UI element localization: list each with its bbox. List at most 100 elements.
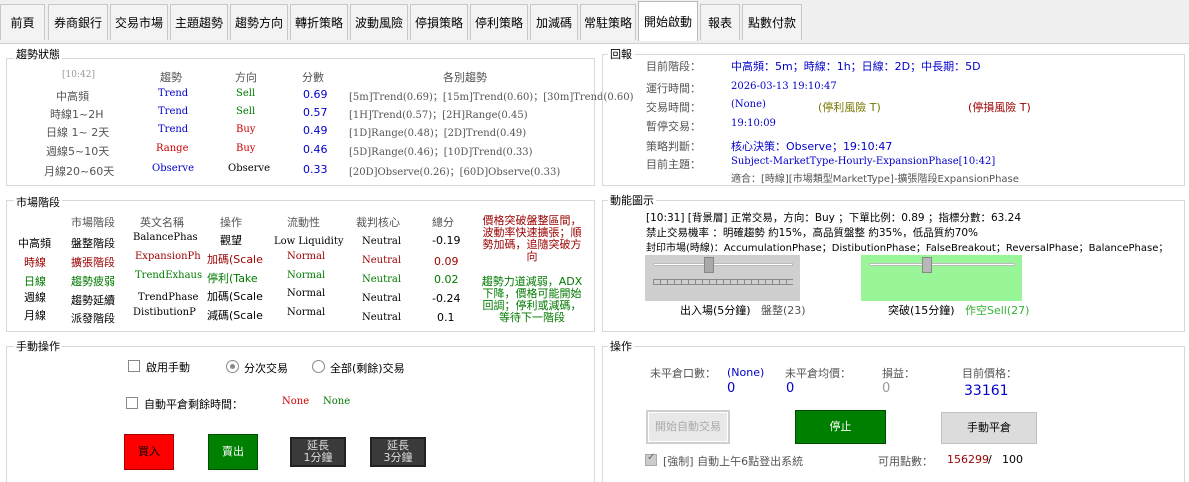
market-row-operation: 觀望 (220, 234, 242, 247)
sell-button[interactable]: 賣出 (208, 434, 258, 470)
avg-price-label: 未平倉均價： (785, 367, 851, 380)
market-row-score: 0.1 (437, 311, 455, 324)
tab-market[interactable]: 交易市場 (110, 4, 168, 40)
report-theme-sub: 適合：[時線][市場類型MarketType]-擴張階段ExpansionPha… (731, 174, 1019, 185)
market-note-exhaustion: 趨勢力道減弱，ADX下降，價格可能開始回調；停利或減碼，等待下一階段 (481, 275, 583, 324)
pnl-label: 損益： (882, 367, 915, 380)
tab-broker[interactable]: 券商銀行 (48, 4, 108, 40)
open-lots-label: 未平倉口數： (650, 367, 716, 380)
auto-close-label: 自動平倉剩餘時間： (144, 398, 243, 411)
force-logout-label: [強制] 自動上午6點登出系統 (663, 455, 804, 468)
slider-breakout-thumb[interactable] (922, 257, 933, 273)
tab-trend-direction[interactable]: 趨勢方向 (230, 4, 288, 40)
market-row-liquidity: Normal (287, 270, 326, 281)
enable-manual-label: 啟用手動 (146, 361, 190, 374)
trend-row-detail: [5m]Trend(0.69)；[15m]Trend(0.60)；[30m]Tr… (349, 92, 634, 103)
trend-row-score: 0.57 (303, 106, 328, 119)
tab-bar: 前頁 券商銀行 交易市場 主題趨勢 趨勢方向 轉折策略 波動風險 停損策略 停利… (0, 0, 1189, 44)
market-row-score: 0.02 (434, 273, 459, 286)
split-trade-label: 分次交易 (244, 362, 288, 375)
trend-header-trend: 趨勢 (160, 71, 182, 84)
tab-take-profit[interactable]: 停利策略 (470, 4, 528, 40)
trend-row-detail: [20D]Observe(0.26)；[60D]Observe(0.33) (349, 167, 561, 178)
market-row-score: -0.24 (432, 292, 461, 305)
tab-reversal[interactable]: 轉折策略 (290, 4, 348, 40)
report-strategy: 核心決策：Observe；19:10:47 (731, 140, 893, 153)
stop-button[interactable]: 停止 (795, 410, 886, 444)
buy-button[interactable]: 買入 (124, 434, 174, 470)
slider-breakout-sub: 作空Sell(27) (965, 304, 1030, 317)
market-row-label: 月線 (24, 309, 46, 322)
market-phase-title: 市場階段 (14, 194, 62, 210)
tab-home[interactable]: 前頁 (0, 4, 45, 40)
tab-scaling[interactable]: 加減碼 (530, 4, 578, 40)
market-row-liquidity: Low Liquidity (274, 236, 344, 247)
trend-row-direction: Sell (236, 106, 256, 117)
market-header-core: 裁判核心 (356, 216, 400, 229)
market-row-phase: 派發階段 (71, 312, 115, 325)
slider-entry-exit-thumb[interactable] (704, 257, 714, 273)
slider-breakout-label: 突破(15分鐘) (888, 304, 955, 317)
trend-status-title: 趨勢狀態 (14, 46, 62, 62)
market-row-english: BalancePhas (133, 232, 198, 243)
report-pause-time: 19:10:09 (731, 118, 776, 129)
trend-header-direction: 方向 (235, 71, 257, 84)
auto-close-checkbox[interactable] (126, 397, 138, 409)
market-row-english: TrendPhase (138, 292, 199, 303)
force-logout-checkbox[interactable]: ✓ (645, 452, 657, 466)
extend-1min-button[interactable]: 延長 1分鐘 (290, 437, 346, 467)
report-label-pause: 暫停交易： (646, 120, 701, 133)
market-row-label: 日線 (24, 275, 46, 288)
trend-row-trend: Observe (152, 163, 194, 174)
report-theme: Subject-MarketType-Hourly-ExpansionPhase… (731, 156, 996, 167)
trend-header-detail: 各別趨勢 (443, 71, 487, 84)
points-label: 可用點數： (878, 455, 933, 468)
slider-breakout[interactable] (861, 255, 1022, 301)
current-price-label: 目前價格： (962, 367, 1017, 380)
tab-stop-loss[interactable]: 停損策略 (410, 4, 468, 40)
trend-row-score: 0.33 (303, 163, 328, 176)
pnl-value: 0 (882, 381, 891, 396)
manual-title: 手動操作 (14, 338, 62, 354)
slider-entry-exit[interactable] (645, 255, 800, 301)
auto-close-none-2: None (323, 396, 351, 407)
manual-close-button[interactable]: 手動平倉 (941, 412, 1037, 444)
tab-theme-trend[interactable]: 主題趨勢 (170, 4, 228, 40)
momentum-line-1: [10:31] [背景層] 正常交易，方向：Buy ；下單比例：0.89 ；指標… (646, 212, 1022, 224)
extend-3min-button[interactable]: 延長 3分鐘 (370, 437, 426, 467)
report-label-stage: 目前階段： (646, 60, 701, 73)
market-row-core: Neutral (362, 293, 402, 304)
market-row-phase: 趨勢疲弱 (71, 275, 115, 288)
trend-header-score: 分數 (302, 71, 324, 84)
report-title: 回報 (608, 46, 634, 62)
trend-row-label: 時線1~2H (50, 108, 104, 121)
trend-row-trend: Trend (158, 88, 189, 99)
enable-manual-checkbox[interactable] (128, 360, 140, 372)
trend-row-trend: Trend (158, 106, 189, 117)
market-row-phase: 擴張階段 (71, 256, 115, 269)
tab-report[interactable]: 報表 (700, 4, 740, 40)
tab-start[interactable]: 開始啟動 (638, 1, 698, 41)
main-panel: 趨勢狀態 [10:42] 趨勢 方向 分數 各別趨勢 中高頻 Trend Sel… (0, 44, 1189, 482)
trend-row-label: 月線20~60天 (44, 165, 115, 178)
market-header-english: 英文名稱 (140, 216, 184, 229)
trend-row-score: 0.69 (303, 88, 328, 101)
tab-resident[interactable]: 常駐策略 (580, 4, 636, 40)
market-row-liquidity: Normal (287, 288, 326, 299)
tab-volatility[interactable]: 波動風險 (350, 4, 408, 40)
all-trade-radio[interactable] (312, 360, 325, 373)
tab-points-payment[interactable]: 點數付款 (742, 4, 802, 40)
trend-row-label: 週線5~10天 (46, 145, 110, 158)
momentum-line-3: 封印市場(時線)：AccumulationPhase；DistibutionPh… (646, 243, 1169, 254)
report-take-profit: (停利風險 T) (818, 101, 881, 114)
split-trade-radio[interactable] (226, 360, 239, 373)
start-auto-trade-button[interactable]: 開始自動交易 (646, 410, 730, 444)
trend-row-detail: [1H]Trend(0.57)；[2H]Range(0.45) (349, 110, 528, 121)
market-row-score: 0.09 (434, 255, 459, 268)
market-row-phase: 盤整階段 (71, 237, 115, 250)
market-header-operation: 操作 (220, 216, 242, 229)
trend-row-label: 日線 1~ 2天 (46, 126, 110, 139)
market-row-liquidity: Normal (287, 307, 326, 318)
report-label-tradetime: 交易時間： (646, 101, 701, 114)
market-row-core: Neutral (362, 255, 402, 266)
